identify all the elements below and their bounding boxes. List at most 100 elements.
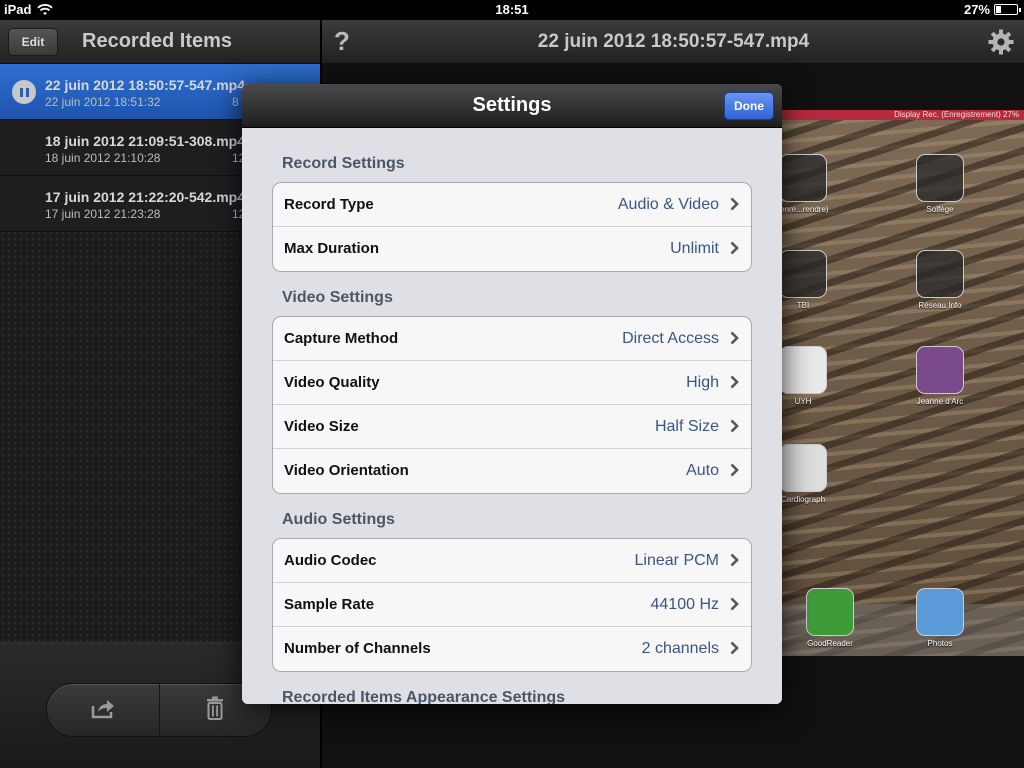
item-filename: 22 juin 2012 18:50:57-547.mp4: [45, 77, 246, 93]
settings-row[interactable]: Video Orientation Auto: [273, 449, 751, 493]
settings-title: Settings: [472, 94, 552, 116]
setting-label: Video Orientation: [284, 462, 409, 479]
status-bar: iPad 18:51 27%: [0, 0, 1024, 20]
detail-title: 22 juin 2012 18:50:57-547.mp4: [537, 31, 810, 52]
preview-app-label: Jeanne d'Arc: [916, 397, 964, 406]
setting-label: Record Type: [284, 196, 374, 213]
setting-value: 44100 Hz: [650, 596, 720, 613]
setting-label: Sample Rate: [284, 596, 375, 613]
goodreader-app-icon: [806, 588, 854, 636]
video-preview[interactable]: Display Rec. (Enregistrement) 27% (enre.…: [781, 110, 1024, 656]
clock: 18:51: [495, 2, 529, 17]
settings-group: Capture Method Direct Access Video Quality…: [272, 316, 752, 494]
item-filename: 17 juin 2012 21:22:20-542.mp4: [45, 189, 246, 205]
preview-app-reseau: Réseau Info: [910, 250, 970, 310]
settings-row[interactable]: Capture Method Direct Access: [273, 317, 751, 361]
settings-row[interactable]: Audio Codec Linear PCM: [273, 539, 751, 583]
folder-icon: [781, 154, 827, 202]
cardiograph-app-icon: [781, 444, 827, 492]
action-segment: [46, 683, 272, 737]
chevron-right-icon: [730, 553, 739, 572]
preview-app-label: Photos: [927, 639, 953, 648]
setting-label: Capture Method: [284, 330, 399, 347]
preview-status-bar: Display Rec. (Enregistrement) 27%: [781, 110, 1024, 120]
chevron-right-icon: [730, 463, 739, 482]
section-header: Recorded Items Appearance Settings: [282, 689, 566, 704]
setting-label: Number of Channels: [284, 640, 431, 657]
chevron-right-icon: [730, 197, 739, 216]
done-button[interactable]: Done: [724, 92, 774, 120]
preview-app-label: Solfège: [926, 205, 954, 214]
section-header: Video Settings: [282, 289, 393, 306]
item-filename: 18 juin 2012 21:09:51-308.mp4: [45, 133, 246, 149]
chevron-right-icon: [730, 641, 739, 660]
preview-app-cardiograph: Cardiograph: [781, 444, 833, 504]
chevron-right-icon: [730, 241, 739, 260]
share-icon: [90, 697, 116, 724]
item-date: 22 juin 2012 18:51:32: [45, 95, 161, 109]
battery-icon: [994, 4, 1021, 15]
settings-row[interactable]: Number of Channels 2 channels: [273, 627, 751, 671]
section-header: Audio Settings: [282, 511, 395, 528]
preview-app-label: TBI: [796, 301, 810, 310]
setting-value: Half Size: [654, 418, 719, 435]
jeanne-app-icon: [916, 346, 964, 394]
setting-value: High: [686, 374, 719, 391]
preview-app-folder-1: (enre...rendre): [781, 154, 833, 214]
section-header: Record Settings: [282, 155, 405, 172]
preview-app-tbi: TBI: [781, 250, 833, 310]
hi-app-icon: [781, 346, 827, 394]
settings-button[interactable]: [987, 28, 1015, 61]
preview-app-label: GoodReader: [807, 639, 853, 648]
photos-app-icon: [916, 588, 964, 636]
status-right: 27%: [963, 2, 1021, 17]
settings-modal: Settings Done Record Settings Record Type…: [242, 84, 782, 704]
setting-label: Video Size: [284, 418, 359, 435]
right-navbar: ? 22 juin 2012 18:50:57-547.mp4: [322, 20, 1024, 64]
preview-app-label: Réseau Info: [918, 301, 962, 310]
folder-icon: [781, 250, 827, 298]
pause-icon[interactable]: [12, 80, 36, 104]
setting-label: Max Duration: [284, 240, 380, 257]
gear-icon: [987, 29, 1015, 60]
setting-value: Unlimit: [670, 240, 719, 257]
item-date: 17 juin 2012 21:23:28: [45, 207, 161, 221]
settings-group: Record Type Audio & Video Max Duration Unli…: [272, 182, 752, 272]
settings-group: Audio Codec Linear PCM Sample Rate 44100 Hz…: [272, 538, 752, 672]
folder-icon: [916, 250, 964, 298]
setting-value: Auto: [686, 462, 719, 479]
settings-row[interactable]: Video Quality High: [273, 361, 751, 405]
preview-app-photos: Photos: [910, 588, 970, 648]
battery-percent: 27%: [963, 2, 990, 17]
settings-row[interactable]: Video Size Half Size: [273, 405, 751, 449]
trash-icon: [205, 696, 225, 725]
preview-app-uyh: UYH: [781, 346, 833, 406]
settings-row[interactable]: Record Type Audio & Video: [273, 183, 751, 227]
chevron-right-icon: [730, 419, 739, 438]
settings-navbar: Settings Done: [242, 84, 782, 128]
item-size: 8: [232, 95, 239, 109]
left-navbar: Edit Recorded Items: [0, 20, 320, 64]
setting-value: Audio & Video: [617, 196, 719, 213]
settings-table[interactable]: Record Settings Record Type Audio & Video M…: [242, 128, 782, 704]
item-date: 18 juin 2012 21:10:28: [45, 151, 161, 165]
chevron-right-icon: [730, 597, 739, 616]
preview-app-label: UYH: [794, 397, 812, 406]
preview-app-label: (enre...rendre): [781, 205, 829, 214]
settings-row[interactable]: Sample Rate 44100 Hz: [273, 583, 751, 627]
setting-label: Video Quality: [284, 374, 380, 391]
setting-label: Audio Codec: [284, 552, 377, 569]
preview-app-jeanne: Jeanne d'Arc: [910, 346, 970, 406]
setting-value: Direct Access: [622, 330, 719, 347]
folder-icon: [916, 154, 964, 202]
preview-app-label: Cardiograph: [781, 495, 826, 504]
chevron-right-icon: [730, 331, 739, 350]
share-button[interactable]: [47, 684, 159, 736]
settings-row[interactable]: Max Duration Unlimit: [273, 227, 751, 271]
preview-app-solfege: Solfège: [910, 154, 970, 214]
battery-fill: [996, 6, 1002, 13]
chevron-right-icon: [730, 375, 739, 394]
edit-button[interactable]: Edit: [8, 28, 58, 56]
preview-app-goodreader: GoodReader: [800, 588, 860, 648]
setting-value: Linear PCM: [634, 552, 719, 569]
